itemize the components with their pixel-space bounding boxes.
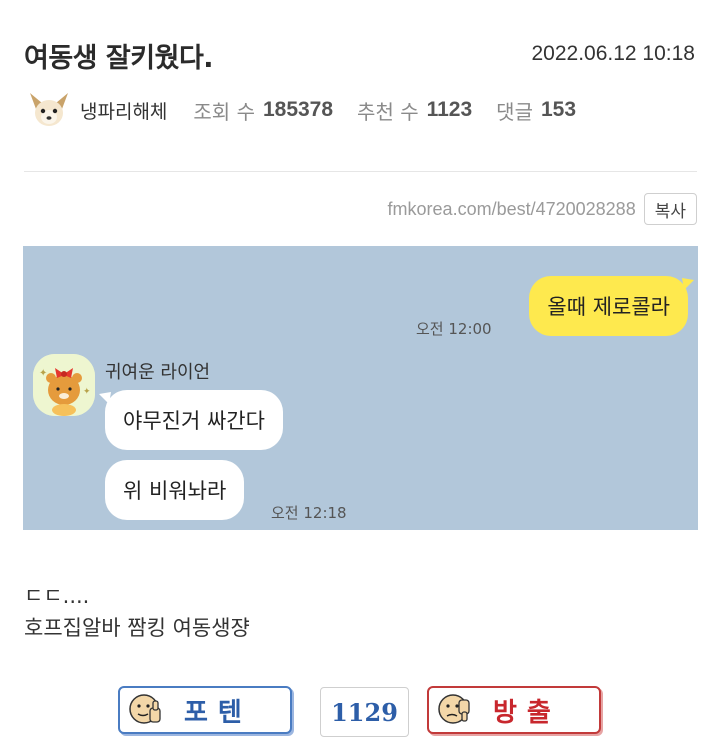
- post-meta: 냉파리해체 조회 수 185378 추천 수 1123 댓글 153: [26, 87, 600, 133]
- author-avatar[interactable]: [26, 87, 72, 133]
- downvote-label: 방출: [493, 697, 561, 728]
- comments-label: 댓글: [496, 99, 533, 124]
- svg-text:✦: ✦: [83, 387, 91, 397]
- thumbs-down-face-icon: [438, 694, 470, 724]
- views-label: 조회 수: [193, 99, 255, 124]
- reply-time: 오전 12:18: [271, 504, 347, 522]
- upvote-button[interactable]: 포텐: [118, 686, 292, 734]
- my-message-bubble: 올때 제로콜라: [529, 276, 688, 336]
- post-date: 2022.06.12 10:18: [531, 42, 696, 65]
- views-count: 185378: [262, 98, 334, 121]
- copy-url-button[interactable]: 복사: [643, 193, 697, 225]
- post-title: 여동생 잘키웠다.: [24, 43, 214, 74]
- bubble-tail-icon: [682, 278, 694, 290]
- recommend-count: 1123: [426, 98, 473, 121]
- upvote-label: 포텐: [184, 697, 252, 728]
- post-link-row: fmkorea.com/best/4720028288 복사: [388, 192, 697, 226]
- sender-profile-image[interactable]: ✦ ✦: [33, 354, 95, 416]
- thumbs-up-face-icon: [129, 694, 161, 724]
- post-url[interactable]: fmkorea.com/best/4720028288: [388, 199, 636, 220]
- reply-bubble-1: 야무진거 싸간다: [105, 390, 283, 450]
- recommend-label: 추천 수: [357, 99, 419, 124]
- sender-name: 귀여운 라이언: [105, 362, 211, 383]
- reply-bubble-2: 위 비워놔라: [105, 460, 245, 520]
- vote-count: 1129: [320, 687, 409, 737]
- bubble-tail-icon: [99, 392, 111, 404]
- comments-count: 153: [540, 98, 577, 121]
- my-message-time: 오전 12:00: [416, 320, 492, 338]
- body-line-2: 호프집알바 짬킹 여동생쟝: [24, 616, 250, 640]
- downvote-button[interactable]: 방출: [427, 686, 601, 734]
- chat-screenshot: 올때 제로콜라 오전 12:00 ✦ ✦ 귀여운 라이언 야무진거 싸간다 위 …: [23, 246, 698, 530]
- body-line-1: ㄷㄷ....: [24, 584, 90, 608]
- author-name[interactable]: 냉파리해체: [80, 97, 167, 124]
- divider: [24, 171, 697, 172]
